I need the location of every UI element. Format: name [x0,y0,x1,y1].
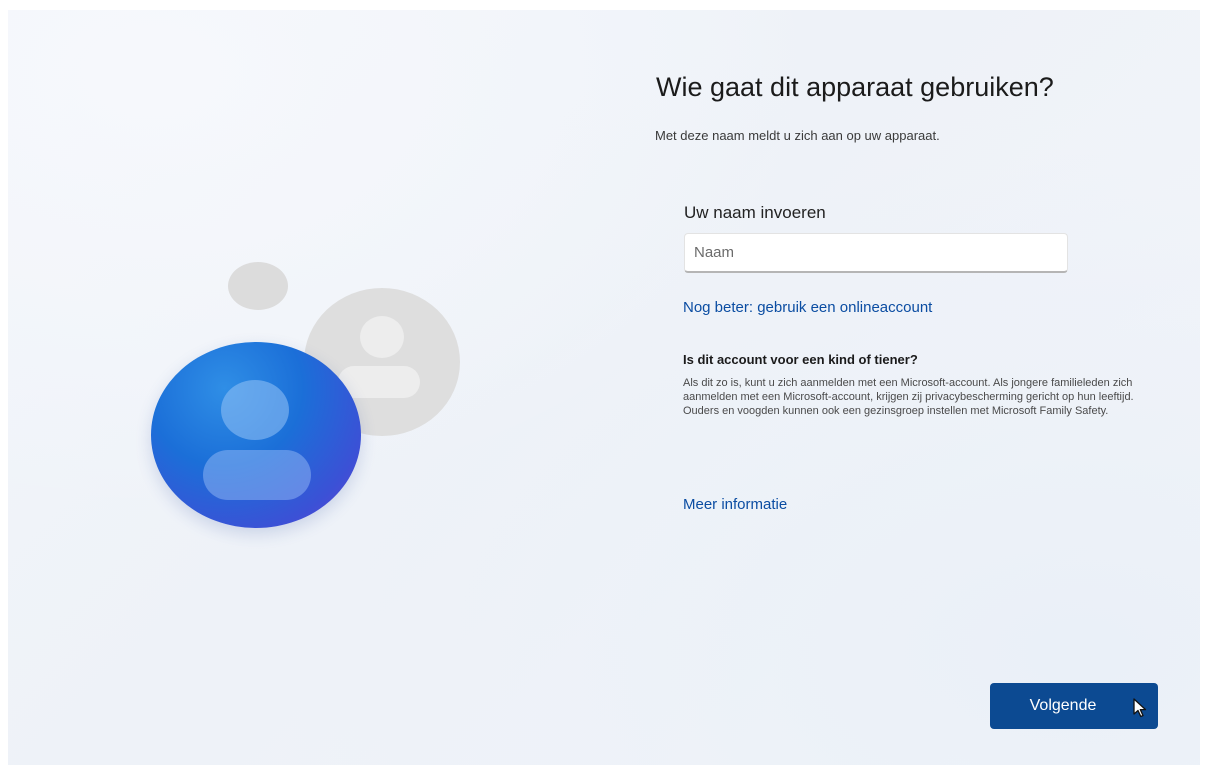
oobe-account-page: Wie gaat dit apparaat gebruiken? Met dez… [8,10,1200,765]
primary-user-body [203,450,311,500]
online-account-link[interactable]: Nog beter: gebruik een onlineaccount [683,299,932,316]
page-title: Wie gaat dit apparaat gebruiken? [656,72,1054,102]
secondary-user-head [360,316,404,358]
primary-user-head [221,380,289,440]
child-account-heading: Is dit account voor een kind of tiener? [683,352,918,367]
child-account-description: Als dit zo is, kunt u zich aanmelden met… [683,377,1134,417]
name-field-label: Uw naam invoeren [684,203,826,222]
mouse-pointer-icon [1133,698,1147,718]
decorative-dot [228,262,288,310]
name-input[interactable] [684,233,1068,273]
users-illustration [8,10,608,765]
page-subtitle: Met deze naam meldt u zich aan op uw app… [655,128,940,143]
more-info-link[interactable]: Meer informatie [683,496,787,513]
